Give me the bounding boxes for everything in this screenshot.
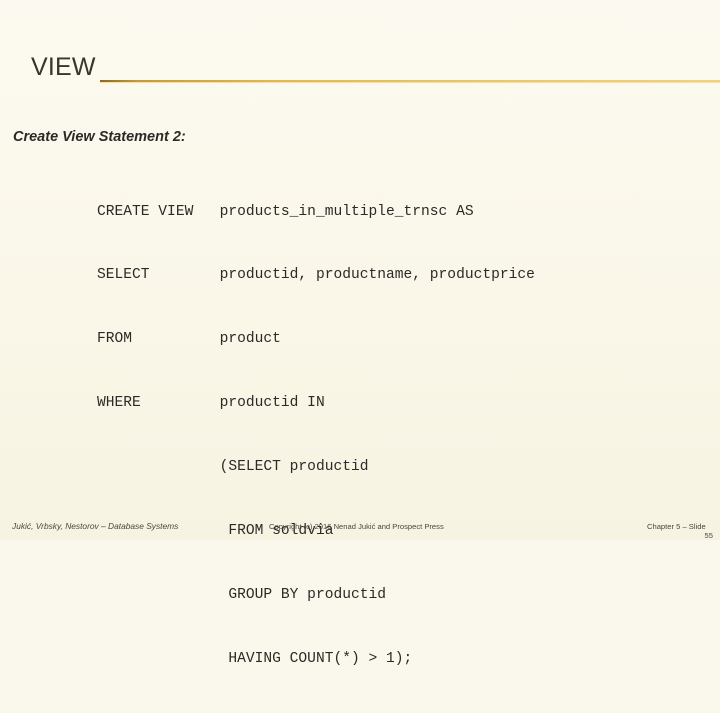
slide-footer: Jukić, Vrbsky, Nestorov – Database Syste… xyxy=(0,521,720,540)
presentation-slide: VIEW Create View Statement 2: CREATE VIE… xyxy=(0,0,720,667)
footer-chapter-text: Chapter 5 – Slide xyxy=(647,522,706,531)
footer-copyright: Copyright (c) 2016 Nenad Jukić and Prosp… xyxy=(269,522,444,531)
code-line: WHERE productid IN xyxy=(97,395,325,412)
section-subtitle: Create View Statement 2: xyxy=(13,129,186,145)
code-line: HAVING COUNT(*) > 1); xyxy=(97,650,413,667)
footer-attribution: Jukić, Vrbsky, Nestorov – Database Syste… xyxy=(12,521,179,531)
footer-slide-label: Chapter 5 – Slide 55 xyxy=(647,522,720,540)
code-line: (SELECT productid xyxy=(97,459,369,476)
code-line: SELECT productid, productname, productpr… xyxy=(97,267,535,284)
page-title: VIEW xyxy=(31,53,96,81)
code-line: CREATE VIEW products_in_multiple_trnsc A… xyxy=(97,203,474,220)
sql-code-block: CREATE VIEW products_in_multiple_trnsc A… xyxy=(97,159,535,713)
code-line: GROUP BY productid xyxy=(97,586,387,603)
code-line: FROM product xyxy=(97,331,281,348)
title-divider-rule-shadow xyxy=(100,82,720,83)
slide-title-block: VIEW xyxy=(0,52,720,92)
footer-slide-number: 55 xyxy=(704,531,713,540)
